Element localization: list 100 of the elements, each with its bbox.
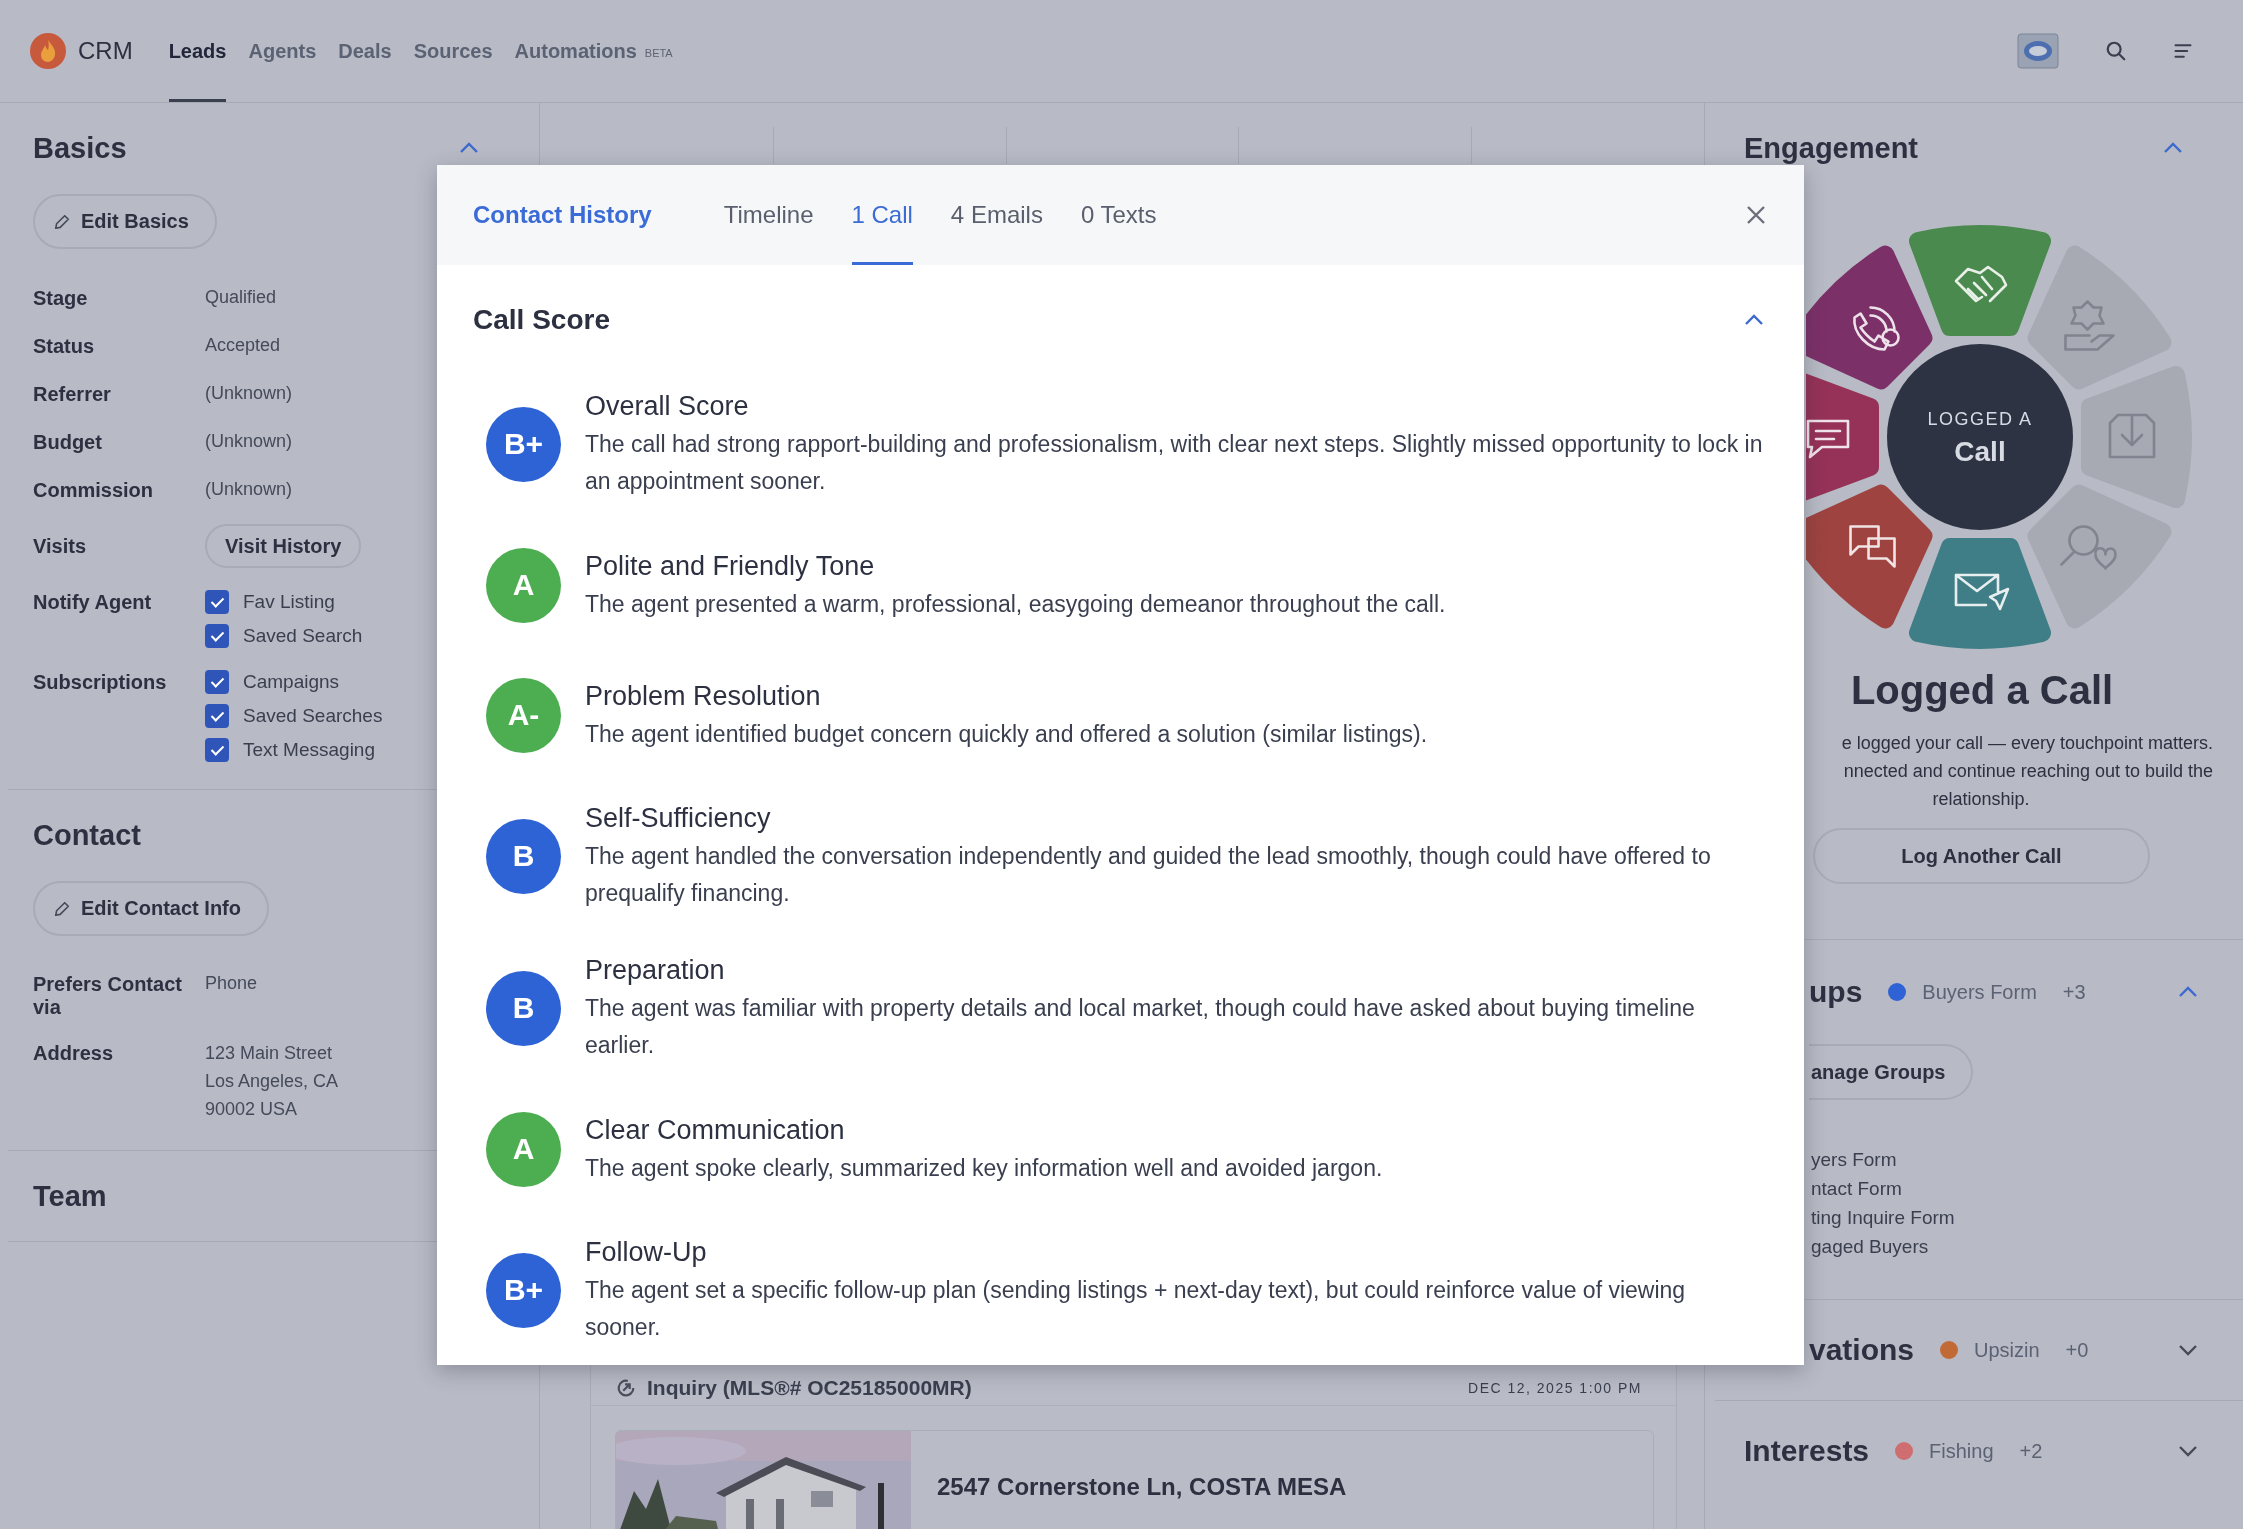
field-label: Budget: [33, 430, 103, 455]
wheel-overline: LOGGED A: [1927, 409, 2033, 429]
visit-history-button[interactable]: Visit History: [205, 524, 362, 568]
field-value: Qualified: [205, 286, 278, 309]
section-title: Basics: [33, 133, 127, 163]
menu-icon[interactable]: [2173, 41, 2193, 61]
grade-badge: B: [486, 818, 561, 894]
chevron-down-icon[interactable]: [2178, 1445, 2198, 1457]
address-line: 123 Main Street: [205, 1042, 334, 1065]
more-count: +2: [2019, 1439, 2043, 1463]
group-item: gaged Buyers: [1811, 1235, 1930, 1259]
score-title: Overall Score: [585, 390, 750, 423]
checkbox-label: Fav Listing: [243, 591, 335, 613]
chevron-up-icon[interactable]: [1744, 314, 1764, 326]
field-value: (Unknown): [205, 382, 294, 405]
avatar-icon[interactable]: [2017, 33, 2059, 69]
tag-label: Buyers Form: [1922, 980, 2037, 1004]
score-description: The agent handled the conversation independently and guided the lead smoothly, though could have offered to prequalify financing.: [585, 842, 1712, 908]
logo-icon: [30, 33, 66, 69]
group-item: yers Form: [1811, 1148, 1898, 1172]
close-icon[interactable]: [1746, 205, 1766, 225]
nav-tab[interactable]: Sources: [413, 0, 493, 102]
field-label: Stage: [33, 286, 89, 311]
section-title: ups: [1809, 975, 1863, 1009]
section-title: Engagement: [1744, 133, 1919, 163]
engagement-message: e logged your call — every touchpoint matters. nnected and continue reaching out to build the relationship.: [1840, 732, 2214, 811]
search-icon[interactable]: [2105, 40, 2127, 62]
checkbox[interactable]: [205, 624, 229, 648]
nav-tab[interactable]: Automations BETA: [514, 0, 673, 102]
score-description: The agent presented a warm, professional, easygoing demeanor throughout the call.: [585, 589, 1446, 619]
listing-address[interactable]: 2547 Cornerstone Ln, COSTA MESA: [937, 1473, 1347, 1501]
dialog-title[interactable]: Contact History: [473, 165, 652, 265]
score-description: The agent set a specific follow-up plan (sending listings + next-day text), but could reinforce value of viewing sooner.: [585, 1276, 1687, 1342]
field-label: Visits: [33, 534, 87, 559]
group-item: ntact Form: [1811, 1177, 1903, 1201]
field-label: Prefers Contact via: [33, 972, 183, 1019]
edit-contact-button[interactable]: Edit Contact Info: [33, 881, 269, 936]
section-title: Contact: [33, 820, 141, 850]
chevron-up-icon[interactable]: [2163, 142, 2183, 154]
checkbox[interactable]: [205, 670, 229, 694]
brand-name: CRM: [78, 37, 133, 65]
nav-tab[interactable]: Agents: [248, 0, 317, 102]
nav-tab[interactable]: Deals: [338, 0, 392, 102]
checkbox[interactable]: [205, 738, 229, 762]
pencil-icon: [53, 899, 71, 918]
field-value: Phone: [205, 972, 259, 995]
section-title: Team: [33, 1181, 107, 1211]
section-title: Interests: [1744, 1434, 1870, 1468]
score-description: The agent spoke clearly, summarized key information well and avoided jargon.: [585, 1153, 1383, 1183]
score-description: The agent identified budget concern quickly and offered a solution (similar listings).: [585, 719, 1428, 749]
nav-tab[interactable]: Leads: [168, 0, 227, 102]
checkbox-label: Campaigns: [243, 671, 340, 693]
pencil-icon: [53, 212, 71, 231]
field-label: Subscriptions: [33, 670, 168, 695]
chevron-down-icon[interactable]: [2178, 1344, 2198, 1356]
section-title: vations: [1809, 1333, 1915, 1367]
manage-groups-button[interactable]: anage Groups: [1809, 1044, 1974, 1100]
dialog-tab[interactable]: 0 Texts: [1080, 165, 1157, 265]
checkbox[interactable]: [205, 704, 229, 728]
dialog-tab[interactable]: Timeline: [723, 165, 814, 265]
field-value: (Unknown): [205, 478, 294, 501]
score-title: Preparation: [585, 954, 726, 987]
chevron-up-icon[interactable]: [2178, 986, 2198, 998]
score-description: The agent was familiar with property details and local market, though could have asked about buying timeline earlier.: [585, 994, 1696, 1060]
edit-basics-button[interactable]: Edit Basics: [33, 194, 217, 249]
checkbox-label: Saved Searches: [243, 705, 383, 727]
field-value: (Unknown): [205, 430, 294, 453]
field-label: Notify Agent: [33, 590, 153, 615]
dialog-tab[interactable]: 4 Emails: [950, 165, 1043, 265]
grade-badge: A: [486, 1111, 561, 1187]
beta-label: BETA: [644, 47, 673, 59]
checkbox-label: Text Messaging: [243, 739, 375, 761]
grade-badge: B+: [486, 1252, 561, 1328]
field-label: Referrer: [33, 382, 112, 407]
score-title: Clear Communication: [585, 1113, 846, 1147]
checkbox[interactable]: [205, 590, 229, 614]
score-title: Follow-Up: [585, 1236, 708, 1269]
wheel-label: Call: [1954, 436, 2006, 467]
field-value: Accepted: [205, 334, 282, 357]
address-line: Los Angeles, CA: [205, 1070, 340, 1093]
grade-badge: A-: [486, 677, 561, 753]
dialog-tab[interactable]: 1 Call: [851, 165, 913, 265]
checkbox-label: Saved Search: [243, 625, 363, 647]
group-item: ting Inquire Form: [1811, 1206, 1956, 1230]
chevron-up-icon[interactable]: [459, 142, 479, 154]
score-description: The call had strong rapport-building and professionalism, with clear next steps. Slightly missed opportunity to lock in an appointment sooner.: [585, 430, 1764, 496]
inquiry-title: Inquiry (MLS®# OC25185000MR): [647, 1375, 972, 1400]
section-title: Call Score: [473, 304, 610, 336]
score-title: Polite and Friendly Tone: [585, 549, 876, 583]
field-label: Status: [33, 334, 96, 359]
log-call-button[interactable]: Log Another Call: [1813, 828, 2150, 884]
tag-label: Upsizin: [1974, 1338, 2040, 1362]
inquiry-date: DEC 12, 2025 1:00 PM: [1468, 1379, 1642, 1396]
tag-label: Fishing: [1929, 1439, 1994, 1463]
score-title: Self-Sufficiency: [585, 802, 772, 835]
grade-badge: B+: [486, 406, 561, 482]
more-count: +0: [2065, 1338, 2089, 1362]
listing-card[interactable]: 2547 Cornerstone Ln, COSTA MESA: [615, 1430, 1654, 1529]
score-title: Problem Resolution: [585, 679, 822, 713]
address-line: 90002 USA: [205, 1098, 299, 1121]
